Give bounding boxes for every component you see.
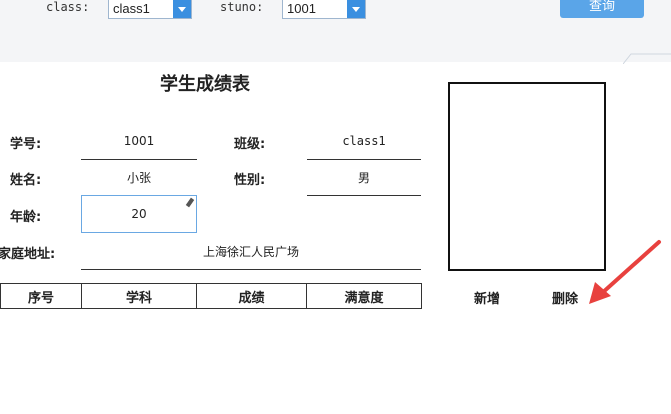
gender-value: 男 (357, 171, 370, 185)
stuno-select-value: 1001 (287, 1, 316, 16)
chevron-down-icon[interactable] (347, 0, 365, 18)
tab-corner-decoration (623, 53, 671, 64)
column-header: 序号 (0, 283, 82, 309)
class-select[interactable]: class1 (108, 0, 192, 19)
pencil-icon[interactable] (185, 197, 195, 208)
stuno-underline (81, 159, 197, 160)
stuno-select[interactable]: 1001 (282, 0, 366, 19)
chevron-down-icon[interactable] (173, 0, 191, 18)
photo-frame (448, 82, 606, 271)
query-button[interactable]: 查询 (560, 0, 644, 18)
stuno-value: 1001 (123, 134, 155, 148)
annotation-arrow-icon (589, 240, 661, 304)
gender-label: 性别: (234, 173, 266, 188)
class-filter-label: class: (46, 0, 90, 14)
name-value: 小张 (126, 171, 151, 185)
class-label: 班级: (234, 137, 266, 152)
age-value: 20 (131, 207, 147, 221)
query-toolbar: class: class1 stuno: 1001 查询 (0, 0, 671, 64)
column-header: 学科 (81, 283, 197, 309)
class-select-value: class1 (113, 1, 150, 16)
column-header: 满意度 (306, 283, 422, 309)
age-label: 年龄: (10, 210, 42, 225)
address-label: 家庭地址: (0, 247, 56, 262)
class-underline (307, 159, 421, 160)
column-header: 成绩 (196, 283, 307, 309)
class-value: class1 (342, 134, 386, 148)
address-value: 上海徐汇人民广场 (202, 245, 299, 259)
table-header-row: 序号 学科 成绩 满意度 (0, 283, 422, 309)
name-label: 姓名: (10, 173, 42, 188)
page-title: 学生成绩表 (160, 74, 250, 95)
stuno-label: 学号: (10, 137, 42, 152)
address-underline (81, 269, 421, 270)
add-button[interactable]: 新增 (474, 288, 500, 307)
stuno-filter-label: stuno: (220, 0, 264, 14)
score-table: 序号 学科 成绩 满意度 (0, 283, 422, 309)
gender-underline (307, 195, 421, 196)
delete-button[interactable]: 删除 (552, 288, 578, 307)
